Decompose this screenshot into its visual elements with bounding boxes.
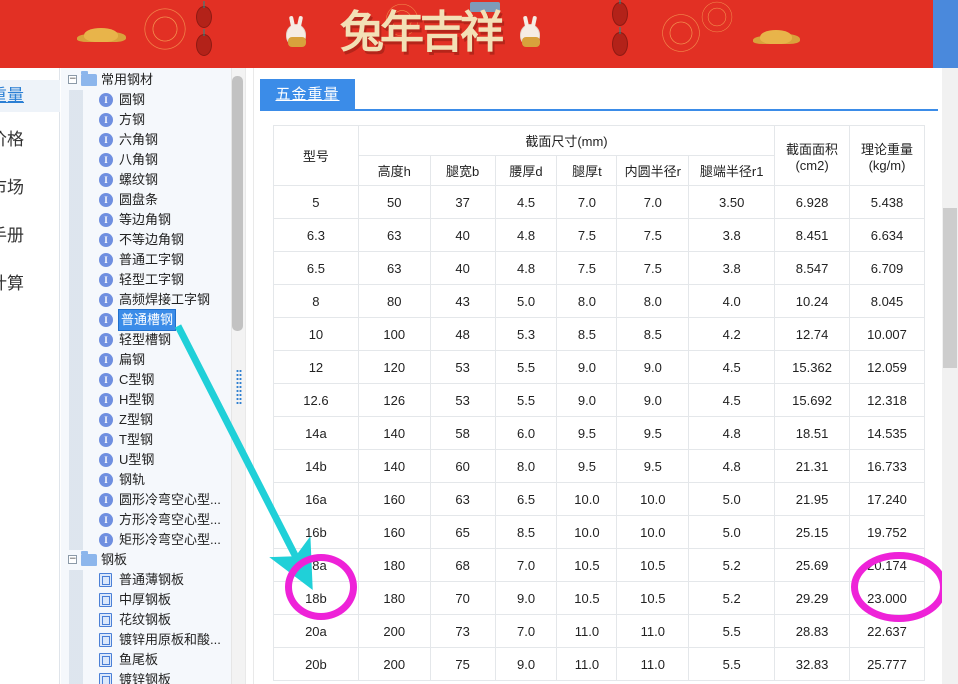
weight-18ab-circle (851, 552, 947, 622)
model-18ab-circle (285, 554, 357, 620)
page-scrollbar-track[interactable] (942, 68, 958, 684)
page-scrollbar-thumb[interactable] (943, 208, 957, 368)
annotation-arrow-layer (174, 324, 313, 590)
annotation-arrow (174, 324, 313, 590)
